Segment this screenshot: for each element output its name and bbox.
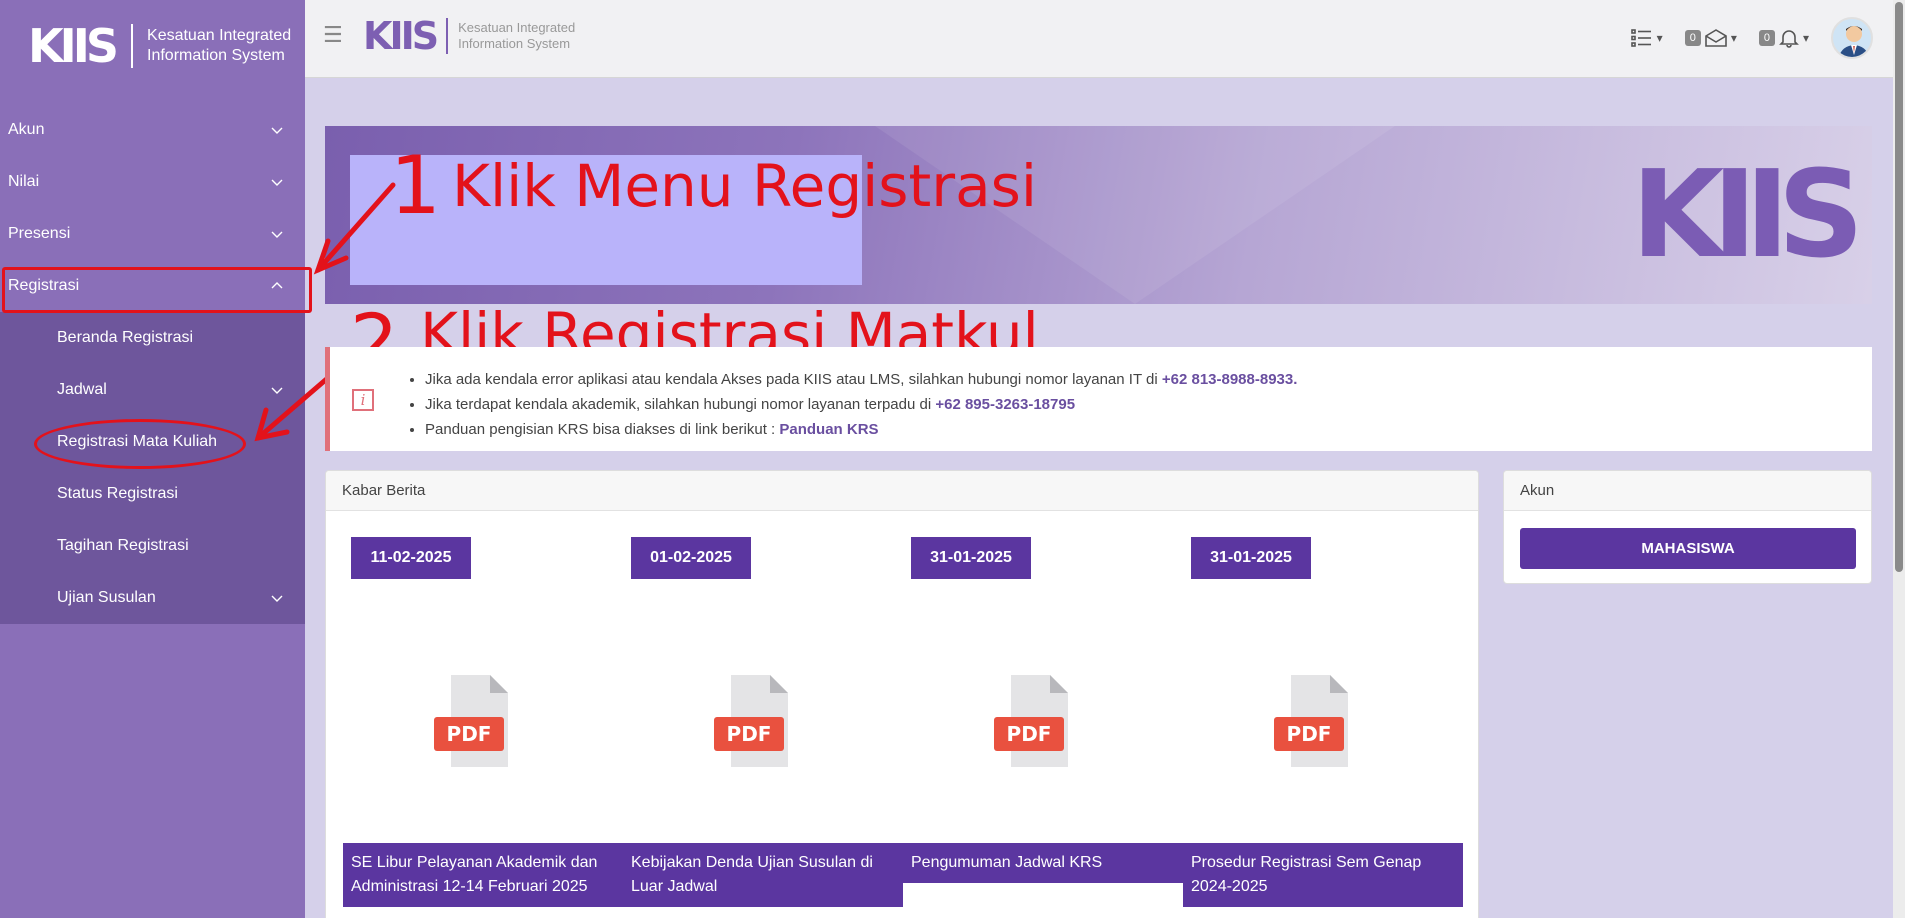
page-scrollbar[interactable] [1893,0,1905,918]
envelope-icon [1705,29,1727,47]
info-item-text: Panduan pengisian KRS bisa diakses di li… [425,421,780,438]
sidebar-item-akun[interactable]: Akun [0,104,305,156]
news-item[interactable]: 11-02-2025 PDF SE Libur Pelayanan Akadem… [326,511,623,918]
hamburger-menu-icon[interactable]: ☰ [323,22,343,48]
news-date: 31-01-2025 [1191,537,1311,579]
sidebar-item-label: Nilai [8,173,40,190]
notification-count-badge: 0 [1758,30,1775,46]
sidebar-subitem-label: Status Registrasi [57,485,178,502]
brand-line2: Information System [147,47,285,64]
topbar-logo-text: Kesatuan Integrated Information System [458,20,575,52]
brand-logo: KIIS [28,19,119,73]
topbar-logo-divider [446,18,449,54]
sidebar-brand[interactable]: KIIS Kesatuan Integrated Information Sys… [0,0,305,92]
info-item: Jika terdapat kendala akademik, silahkan… [425,392,1297,417]
chevron-down-icon [271,127,283,134]
topbar: ☰ KIIS Kesatuan Integrated Information S… [305,0,1893,78]
news-date: 01-02-2025 [631,537,751,579]
pdf-label: PDF [1287,722,1332,746]
info-item: Panduan pengisian KRS bisa diakses di li… [425,417,1297,442]
step1-instruction: Klik Menu Registrasi [452,152,1037,220]
news-item[interactable]: 31-01-2025 PDF Prosedur Registrasi Sem G… [1166,511,1463,918]
mail-count-badge: 0 [1684,30,1701,46]
news-date: 11-02-2025 [351,537,471,579]
sidebar-item-presensi[interactable]: Presensi [0,208,305,260]
topbar-logo-line2: Information System [458,36,571,51]
sidebar-subitem-jadwal[interactable]: Jadwal [0,364,305,416]
list-icon [1630,29,1651,47]
sidebar-subitem-label: Beranda Registrasi [57,329,194,346]
bell-icon [1779,30,1799,48]
notification-button[interactable]: 0 ▾ [1758,28,1809,48]
sidebar-subitem-status-registrasi[interactable]: Status Registrasi [0,468,305,520]
topbar-actions: ▾ 0 ▾ 0 ▾ [1630,17,1873,59]
scrollbar-thumb[interactable] [1895,2,1903,572]
info-item-text: Jika terdapat kendala akademik, silahkan… [425,396,936,413]
banner-logo: KIIS [1631,146,1864,285]
brand-text: Kesatuan Integrated Information System [147,26,291,66]
pdf-label: PDF [1007,722,1052,746]
academic-phone-number: +62 895-3263-18795 [935,396,1076,413]
info-list: Jika ada kendala error aplikasi atau ken… [425,367,1297,442]
news-date: 31-01-2025 [911,537,1031,579]
news-title[interactable]: Pengumuman Jadwal KRS [903,843,1183,883]
chevron-down-icon [271,179,283,186]
sidebar-subitem-label: Ujian Susulan [57,589,156,606]
akun-card: Akun MAHASISWA [1503,470,1872,584]
info-item: Jika ada kendala error aplikasi atau ken… [425,367,1297,392]
news-title[interactable]: SE Libur Pelayanan Akademik dan Administ… [343,843,623,907]
list-menu-button[interactable]: ▾ [1630,28,1663,48]
news-title[interactable]: Prosedur Registrasi Sem Genap 2024-2025 [1183,843,1463,907]
brand-divider [131,24,134,68]
chevron-down-icon [271,387,283,394]
brand-line1: Kesatuan Integrated [147,27,292,44]
pdf-file-icon[interactable]: PDF [416,671,526,771]
pdf-label: PDF [727,722,772,746]
pdf-file-icon[interactable]: PDF [1256,671,1366,771]
caret-down-icon: ▾ [1656,31,1663,45]
topbar-logo[interactable]: KIIS Kesatuan Integrated Information Sys… [363,14,575,58]
topbar-logo-mark: KIIS [363,14,439,58]
user-avatar-icon [1838,26,1870,57]
annotation-ellipse-registrasi-mata-kuliah [34,419,246,469]
info-alert: i Jika ada kendala error aplikasi atau k… [325,347,1872,451]
sidebar-menu: Akun Nilai Presensi Registrasi Beranda R… [0,104,305,624]
news-item[interactable]: 01-02-2025 PDF Kebijakan Denda Ujian Sus… [606,511,903,918]
chevron-down-icon [271,231,283,238]
info-icon: i [352,389,374,411]
sidebar-subitem-ujian-susulan[interactable]: Ujian Susulan [0,572,305,624]
avatar[interactable] [1831,17,1873,59]
panduan-krs-link[interactable]: Panduan KRS [779,421,878,438]
sidebar-item-label: Akun [8,121,45,138]
sidebar-subitem-label: Jadwal [57,381,107,398]
sidebar-subitem-tagihan-registrasi[interactable]: Tagihan Registrasi [0,520,305,572]
step1-number: 1 [390,139,441,232]
sidebar-item-nilai[interactable]: Nilai [0,156,305,208]
info-item-text: Jika ada kendala error aplikasi atau ken… [425,371,1162,388]
sidebar-subitem-beranda-registrasi[interactable]: Beranda Registrasi [0,312,305,364]
sidebar-subitem-label: Tagihan Registrasi [57,537,189,554]
mail-button[interactable]: 0 ▾ [1684,29,1737,47]
annotation-box-registrasi [2,267,312,313]
pdf-label: PDF [447,722,492,746]
news-card-header: Kabar Berita [326,471,1478,511]
news-item[interactable]: 31-01-2025 PDF Pengumuman Jadwal KRS [886,511,1183,918]
chevron-down-icon [271,595,283,602]
akun-card-header: Akun [1504,471,1871,511]
topbar-logo-line1: Kesatuan Integrated [458,20,576,35]
it-phone-number: +62 813-8988-8933. [1161,371,1298,388]
sidebar-item-label: Presensi [8,225,71,242]
caret-down-icon: ▾ [1802,31,1809,45]
caret-down-icon: ▾ [1730,31,1737,45]
pdf-file-icon[interactable]: PDF [696,671,806,771]
pdf-file-icon[interactable]: PDF [976,671,1086,771]
mahasiswa-button[interactable]: MAHASISWA [1520,528,1856,569]
news-card: Kabar Berita 11-02-2025 PDF SE Libur Pel… [325,470,1479,918]
news-title[interactable]: Kebijakan Denda Ujian Susulan di Luar Ja… [623,843,903,907]
